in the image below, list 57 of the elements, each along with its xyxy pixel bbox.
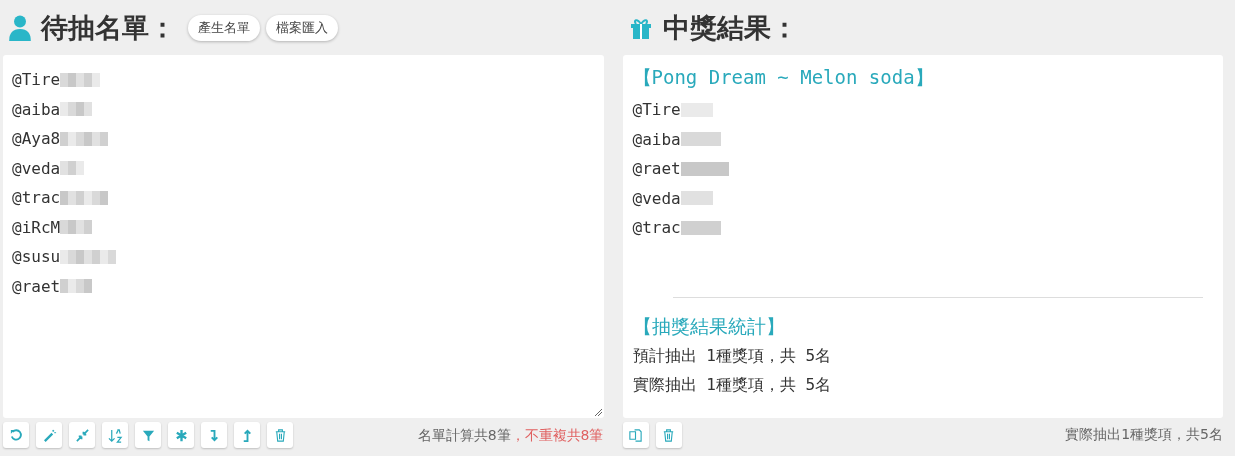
magic-wand-icon bbox=[41, 427, 57, 443]
name-entry: @Tire bbox=[12, 70, 61, 90]
winner-entry: @Tire bbox=[632, 100, 681, 120]
stats-line: 預計抽出 1種獎項，共 5名 bbox=[632, 345, 833, 367]
toolbar-button[interactable] bbox=[267, 422, 293, 448]
toolbar-button[interactable] bbox=[3, 422, 29, 448]
pill-button[interactable]: 產生名單 bbox=[188, 14, 260, 41]
redaction-blur bbox=[60, 279, 93, 294]
redaction-blur bbox=[60, 72, 101, 87]
resize-grip-icon[interactable] bbox=[593, 408, 602, 416]
redaction-blur bbox=[680, 191, 713, 206]
name-entry: @iRcM bbox=[12, 217, 61, 237]
toolbar-button[interactable] bbox=[168, 422, 194, 448]
toolbar-button[interactable] bbox=[36, 422, 62, 448]
toolbar-button[interactable] bbox=[622, 422, 649, 448]
name-entry: @trac bbox=[12, 188, 61, 208]
count-unique: ，不重複共8筆 bbox=[510, 427, 604, 443]
asterisk-icon bbox=[173, 427, 189, 443]
section-title: 中獎結果： bbox=[662, 10, 798, 45]
name-entry: @veda bbox=[12, 158, 61, 178]
prize-title: 【Pong Dream ~ Melon soda】 bbox=[632, 65, 935, 90]
redaction-blur bbox=[60, 220, 93, 235]
winner-entry: @raet bbox=[632, 159, 681, 179]
toolbar-button[interactable] bbox=[234, 422, 260, 448]
winner-entry: @veda bbox=[632, 188, 681, 208]
toolbar-button[interactable] bbox=[655, 422, 682, 448]
redaction-blur bbox=[680, 161, 729, 176]
name-entry: @aiba bbox=[12, 99, 61, 119]
toolbar-button[interactable] bbox=[135, 422, 161, 448]
redaction-blur bbox=[60, 249, 117, 264]
result-summary: 實際抽出1種獎項，共5名 bbox=[1065, 426, 1223, 444]
redaction-blur bbox=[60, 131, 109, 146]
name-entry: @susu bbox=[12, 247, 61, 267]
trash-icon bbox=[661, 427, 676, 443]
name-entry: @raet bbox=[12, 276, 61, 296]
winner-entry: @trac bbox=[632, 218, 681, 238]
name-entry: @Aya8 bbox=[12, 129, 61, 149]
compress-icon bbox=[74, 427, 90, 443]
toolbar-button[interactable] bbox=[201, 422, 227, 448]
stats-title: 【抽獎結果統計】 bbox=[632, 313, 786, 339]
count-total: 名單計算共8筆 bbox=[417, 427, 511, 443]
redaction-blur bbox=[680, 220, 721, 235]
toolbar-button[interactable] bbox=[102, 422, 128, 448]
sort-icon bbox=[107, 427, 123, 443]
redaction-blur bbox=[60, 102, 93, 117]
undo-icon bbox=[8, 427, 24, 443]
toolbar-button[interactable] bbox=[69, 422, 95, 448]
section-title: 待抽名單： bbox=[41, 10, 176, 45]
redaction-blur bbox=[60, 161, 85, 176]
names-textarea[interactable]: @Tire @aiba @Aya8 @veda @trac @iRcM @susu @raet bbox=[3, 55, 604, 418]
redaction-blur bbox=[60, 190, 109, 205]
redaction-blur bbox=[680, 132, 721, 147]
winner-entry: @aiba bbox=[632, 129, 681, 149]
user-icon bbox=[9, 14, 31, 41]
stats-line: 實際抽出 1種獎項，共 5名 bbox=[632, 374, 833, 396]
copy-icon bbox=[628, 427, 643, 443]
pill-button[interactable]: 檔案匯入 bbox=[266, 14, 338, 41]
